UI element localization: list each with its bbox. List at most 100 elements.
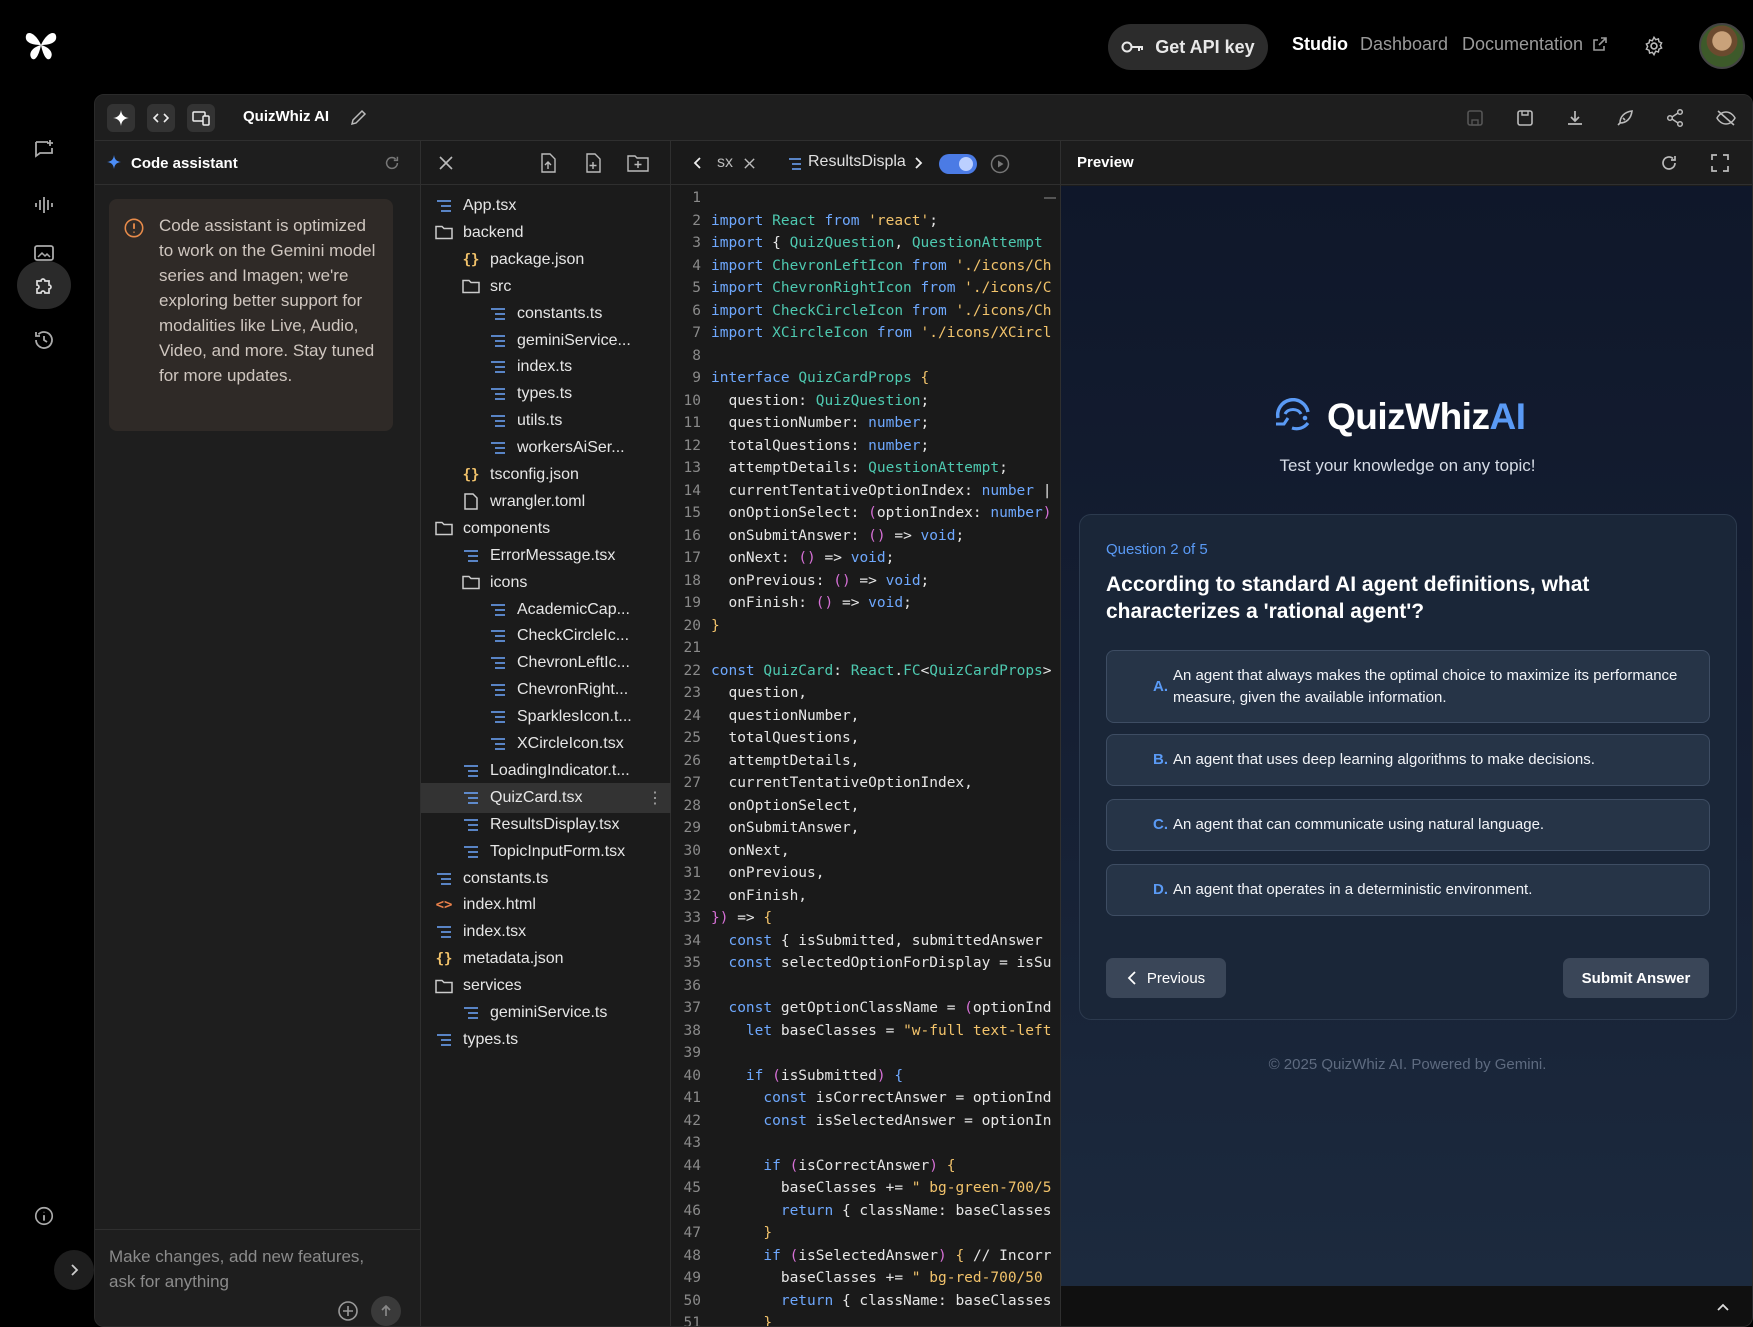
close-icon[interactable] — [438, 155, 454, 171]
chevron-right-icon[interactable] — [911, 156, 925, 170]
nav-dashboard[interactable]: Dashboard — [1360, 34, 1448, 55]
file-item[interactable]: <> index.html — [421, 890, 671, 920]
editor-tab-previous-label[interactable]: sx — [717, 154, 733, 172]
new-folder-icon[interactable] — [627, 154, 649, 172]
fullscreen-icon[interactable] — [1710, 153, 1730, 173]
file-lines-icon — [464, 818, 478, 831]
submit-answer-button[interactable]: Submit Answer — [1563, 958, 1709, 998]
line-number: 18 — [683, 572, 701, 589]
assistant-prompt-input[interactable]: Make changes, add new features, ask for … — [109, 1244, 389, 1294]
file-item[interactable]: ChevronLeftIc... — [421, 648, 671, 678]
add-attachment-icon[interactable] — [337, 1300, 359, 1322]
nav-documentation[interactable]: Documentation — [1462, 34, 1608, 55]
code-line: 40 if (isSubmitted) { — [671, 1065, 1060, 1088]
autosave-toggle[interactable] — [939, 154, 977, 174]
file-name: geminiService... — [517, 331, 631, 349]
file-item[interactable]: XCircleIcon.tsx — [421, 729, 671, 759]
code-brackets-icon — [153, 113, 169, 123]
code-line: 25 totalQuestions, — [671, 727, 1060, 750]
option-d-text: An agent that operates in a deterministi… — [1173, 881, 1533, 898]
rail-info-button[interactable] — [22, 1194, 66, 1238]
file-item[interactable]: utils.ts — [421, 406, 671, 436]
file-item[interactable]: index.ts — [421, 352, 671, 382]
option-c[interactable]: C. An agent that can communicate using na… — [1106, 799, 1710, 851]
folder-item[interactable]: services — [421, 971, 671, 1001]
file-item[interactable]: QuizCard.tsx ⋮ — [421, 782, 671, 813]
line-number: 51 — [683, 1315, 701, 1327]
rail-history-button[interactable] — [22, 318, 66, 362]
folder-item[interactable]: icons — [421, 568, 671, 598]
get-api-key-button[interactable]: Get API key — [1108, 24, 1268, 70]
hide-preview-icon[interactable] — [1715, 108, 1737, 128]
settings-gear-icon[interactable] — [1643, 35, 1665, 57]
line-number: 2 — [692, 212, 701, 229]
device-preview-button[interactable] — [187, 104, 215, 132]
file-item[interactable]: constants.ts — [421, 864, 671, 894]
share-icon[interactable] — [1665, 108, 1685, 128]
line-number: 44 — [683, 1157, 701, 1174]
file-item[interactable]: geminiService... — [421, 326, 671, 356]
new-file-icon[interactable] — [584, 153, 602, 173]
file-item[interactable]: App.tsx — [421, 191, 671, 221]
file-item[interactable]: index.tsx — [421, 917, 671, 947]
file-item[interactable]: constants.ts — [421, 299, 671, 329]
rail-chat-button[interactable] — [22, 128, 66, 172]
file-item[interactable]: types.ts — [421, 1025, 671, 1055]
arrow-up-icon — [381, 1304, 391, 1316]
file-item[interactable]: {} metadata.json — [421, 944, 671, 974]
file-item[interactable]: LoadingIndicator.t... — [421, 756, 671, 786]
save-icon[interactable] — [1465, 108, 1485, 128]
code-content[interactable]: 1 2 import React from 'react'; 3 import { Qu… — [671, 187, 1060, 1327]
history-icon — [35, 331, 53, 349]
assistant-toggle-button[interactable] — [107, 104, 135, 132]
file-item[interactable]: wrangler.toml — [421, 487, 671, 517]
file-item[interactable]: AcademicCap... — [421, 595, 671, 625]
editor-tab-active[interactable]: ResultsDispla — [808, 153, 906, 171]
previous-button[interactable]: Previous — [1106, 958, 1226, 998]
folder-item[interactable]: components — [421, 514, 671, 544]
folder-item[interactable]: src — [421, 272, 671, 302]
file-item[interactable]: ErrorMessage.tsx — [421, 541, 671, 571]
code-line: 32 onFinish, — [671, 885, 1060, 908]
app-logo-icon[interactable] — [22, 26, 60, 64]
rail-build-button[interactable] — [17, 261, 71, 309]
chevron-left-icon[interactable] — [691, 156, 705, 170]
upload-file-icon[interactable] — [539, 153, 557, 173]
file-item[interactable]: SparklesIcon.t... — [421, 702, 671, 732]
run-play-icon[interactable] — [990, 154, 1010, 174]
close-tab-icon[interactable] — [743, 157, 756, 170]
deploy-rocket-icon[interactable] — [1615, 108, 1635, 128]
code-line: 39 — [671, 1042, 1060, 1065]
code-editor-panel: sx ResultsDispla 1 2 import React from 're… — [671, 141, 1061, 1327]
reload-icon[interactable] — [1659, 153, 1679, 173]
more-options-icon[interactable]: ⋮ — [647, 788, 663, 808]
line-number: 29 — [683, 820, 701, 836]
file-item[interactable]: ResultsDisplay.tsx — [421, 810, 671, 840]
code-view-button[interactable] — [147, 104, 175, 132]
file-item[interactable]: workersAiSer... — [421, 433, 671, 463]
file-item[interactable]: TopicInputForm.tsx — [421, 837, 671, 867]
file-item[interactable]: CheckCircleIc... — [421, 621, 671, 651]
send-button[interactable] — [371, 1296, 401, 1326]
file-item[interactable]: types.ts — [421, 379, 671, 409]
file-item[interactable]: geminiService.ts — [421, 998, 671, 1028]
chevron-up-icon[interactable] — [1716, 1300, 1730, 1314]
rail-expand-button[interactable] — [54, 1250, 94, 1290]
rail-stream-button[interactable] — [22, 183, 66, 227]
nav-studio[interactable]: Studio — [1292, 34, 1348, 55]
download-icon[interactable] — [1565, 108, 1585, 128]
file-item[interactable]: ChevronRight... — [421, 675, 671, 705]
option-a[interactable]: A. An agent that always makes the optimal… — [1106, 650, 1710, 723]
save-as-icon[interactable] — [1515, 108, 1535, 128]
edit-pencil-icon[interactable] — [349, 109, 367, 127]
folder-item[interactable]: backend — [421, 218, 671, 248]
file-item[interactable]: {} tsconfig.json — [421, 460, 671, 490]
option-b[interactable]: B. An agent that uses deep learning algor… — [1106, 734, 1710, 786]
line-number: 13 — [683, 460, 701, 476]
line-number: 42 — [683, 1112, 701, 1129]
preview-footer: © 2025 QuizWhiz AI. Powered by Gemini. — [1268, 1056, 1547, 1073]
user-avatar[interactable] — [1699, 23, 1745, 69]
option-d[interactable]: D. An agent that operates in a determinis… — [1106, 864, 1710, 916]
refresh-icon[interactable] — [383, 154, 401, 172]
file-item[interactable]: {} package.json — [421, 245, 671, 275]
